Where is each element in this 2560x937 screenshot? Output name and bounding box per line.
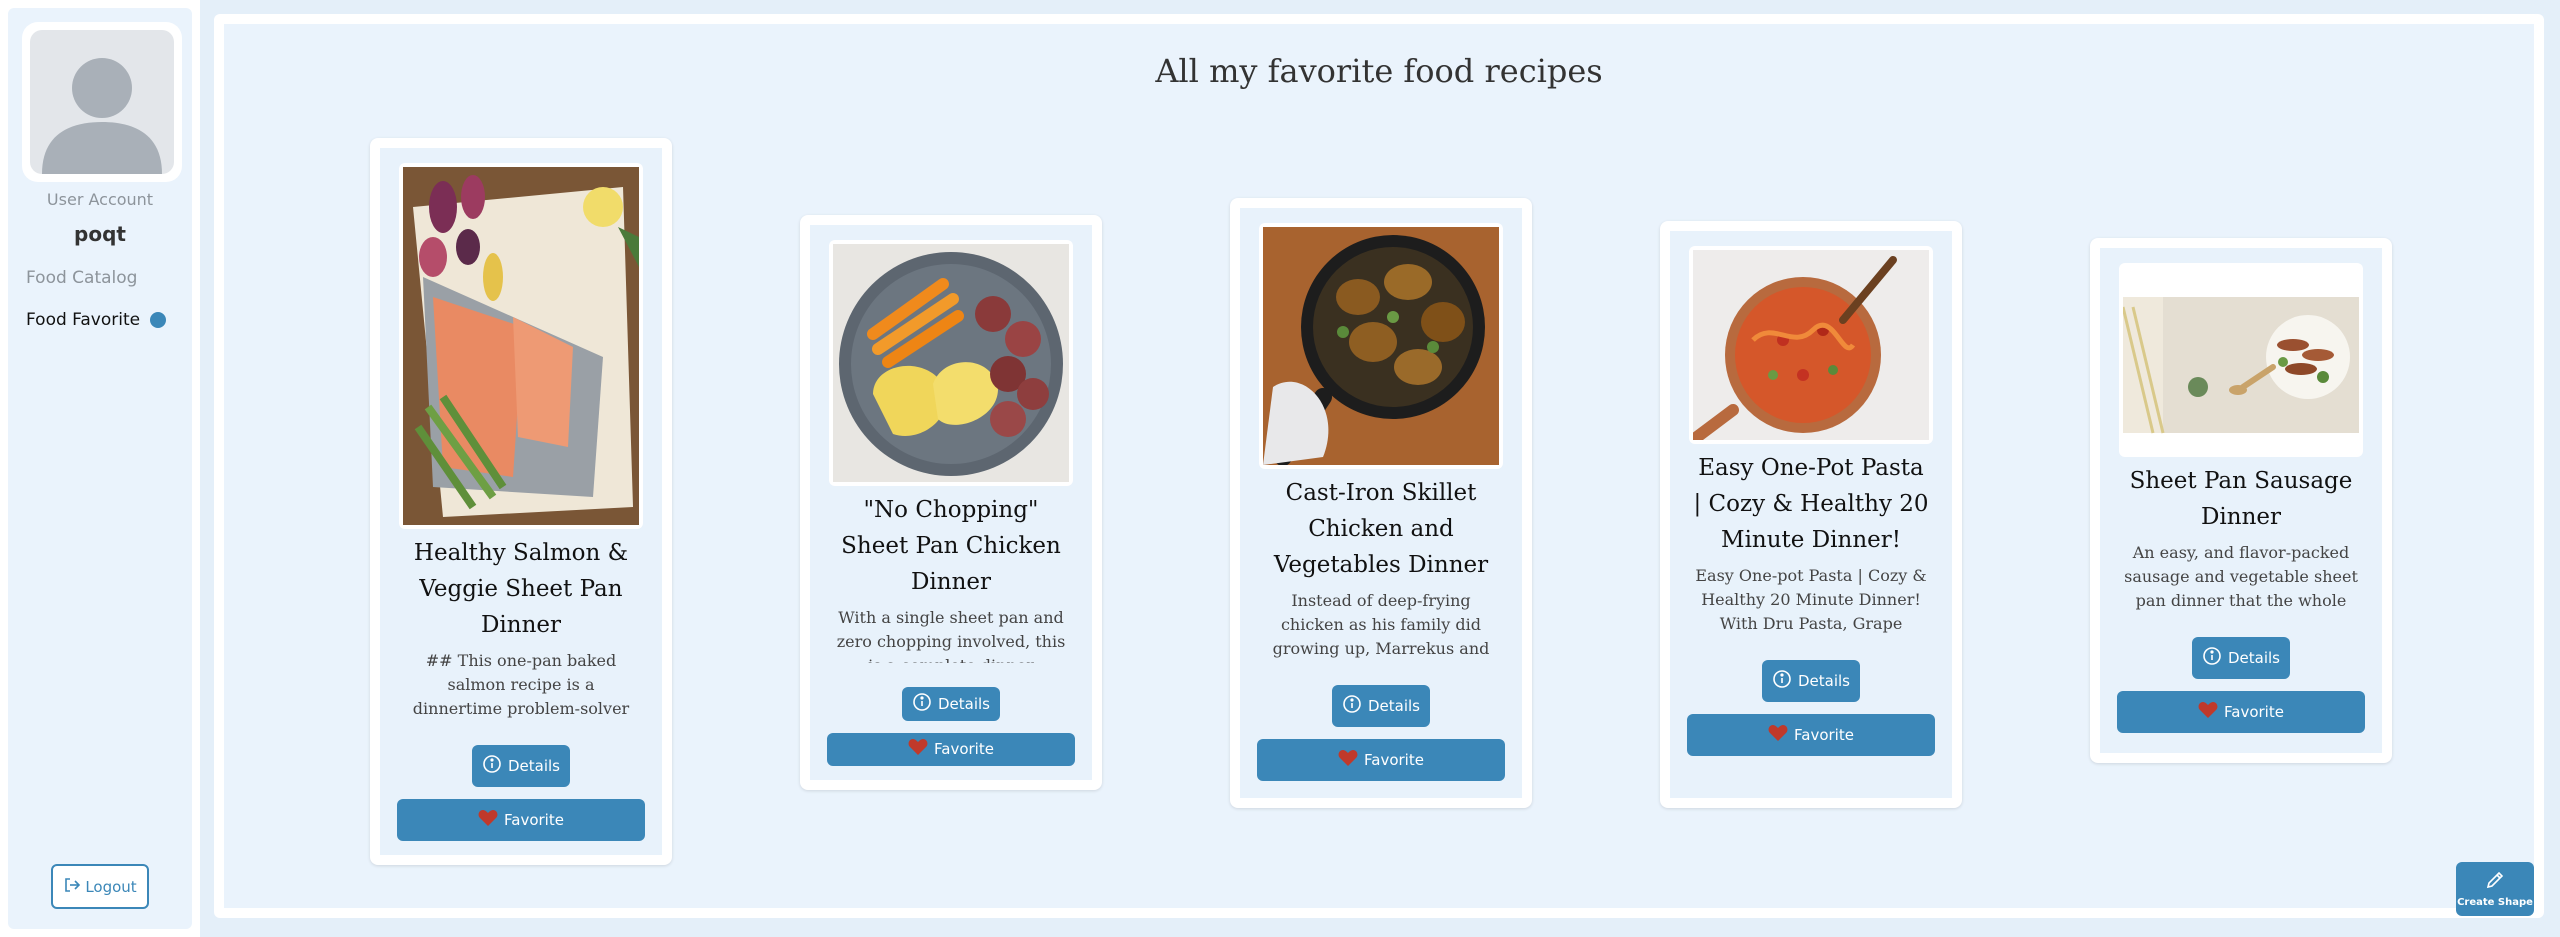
details-button[interactable]: Details <box>1762 660 1860 702</box>
recipe-description: With a single sheet pan and zero choppin… <box>836 608 1066 663</box>
logout-label: Logout <box>85 877 137 896</box>
favorite-button[interactable]: Favorite <box>397 799 645 841</box>
favorite-label: Favorite <box>1364 751 1424 769</box>
heart-icon <box>478 809 498 831</box>
main-content: All my favorite food recipes Healthy Sal… <box>214 14 2544 918</box>
logout-button[interactable]: Logout <box>51 864 149 909</box>
heart-icon <box>1338 749 1358 771</box>
recipe-title: Easy One-Pot Pasta | Cozy & Healthy 20 M… <box>1693 455 1929 553</box>
favorite-label: Favorite <box>504 811 564 829</box>
active-indicator <box>150 312 167 328</box>
heart-icon <box>908 738 928 760</box>
one-pot-pasta-photo <box>1689 246 1933 444</box>
salmon-sheet-pan-photo <box>399 163 643 529</box>
recipe-card-body: Healthy Salmon & Veggie Sheet Pan Dinner… <box>380 148 662 855</box>
details-label: Details <box>1367 697 1420 715</box>
cast-iron-skillet-photo <box>1259 223 1503 469</box>
chicken-plate-photo <box>829 240 1073 486</box>
sidebar-item-food-favorite[interactable]: Food Favorite <box>26 310 167 330</box>
info-icon <box>1772 669 1792 693</box>
recipe-description: Instead of deep-frying chicken as his fa… <box>1272 591 1490 658</box>
sidebar: User Account poqt Food Catalog Food Favo… <box>0 0 200 937</box>
user-icon <box>30 30 174 174</box>
favorite-button[interactable]: Favorite <box>1687 714 1935 756</box>
username: poqt <box>74 222 126 246</box>
heart-icon <box>2198 701 2218 723</box>
recipe-card: Healthy Salmon & Veggie Sheet Pan Dinner… <box>370 138 672 865</box>
info-icon <box>2202 646 2222 670</box>
details-button[interactable]: Details <box>472 745 570 787</box>
info-icon <box>1342 694 1362 718</box>
recipe-description: An easy, and flavor-packed sausage and v… <box>2124 543 2358 610</box>
recipe-card-body: Sheet Pan Sausage Dinner An easy, and fl… <box>2100 248 2382 753</box>
info-icon <box>482 754 502 778</box>
recipe-card-body: "No Chopping" Sheet Pan Chicken Dinner W… <box>810 225 1092 780</box>
sidebar-item-label: Food Favorite <box>26 310 141 330</box>
favorite-label: Favorite <box>934 740 994 759</box>
recipe-description: Easy One-pot Pasta | Cozy & Healthy 20 M… <box>1695 566 1927 633</box>
recipe-title: Sheet Pan Sausage Dinner <box>2129 468 2353 530</box>
favorite-button[interactable]: Favorite <box>2117 691 2365 733</box>
details-label: Details <box>937 694 990 713</box>
recipe-title: Healthy Salmon & Veggie Sheet Pan Dinner <box>413 540 629 638</box>
recipe-description: ## This one-pan baked salmon recipe is a… <box>412 651 630 718</box>
logout-icon <box>63 876 81 898</box>
favorite-label: Favorite <box>2224 703 2284 721</box>
sidebar-item-food-catalog[interactable]: Food Catalog <box>26 268 137 288</box>
page-title: All my favorite food recipes <box>1155 52 1603 90</box>
details-button[interactable]: Details <box>902 687 1000 721</box>
recipe-title: Cast-Iron Skillet Chicken and Vegetables… <box>1273 480 1489 578</box>
details-label: Details <box>1797 672 1850 690</box>
create-shape-button[interactable]: Create Shape <box>2456 862 2534 916</box>
sausage-dinner-photo <box>2119 263 2363 457</box>
favorite-label: Favorite <box>1794 726 1854 744</box>
main-panel: All my favorite food recipes Healthy Sal… <box>224 24 2534 908</box>
create-shape-label: Create Shape <box>2457 897 2533 908</box>
info-icon <box>912 692 932 716</box>
details-label: Details <box>2227 649 2280 667</box>
details-label: Details <box>507 757 560 775</box>
sidebar-panel: User Account poqt Food Catalog Food Favo… <box>8 8 192 929</box>
recipe-card: "No Chopping" Sheet Pan Chicken Dinner W… <box>800 215 1102 790</box>
details-button[interactable]: Details <box>2192 637 2290 679</box>
recipe-title: "No Chopping" Sheet Pan Chicken Dinner <box>841 497 1061 595</box>
details-button[interactable]: Details <box>1332 685 1430 727</box>
pencil-icon <box>2485 870 2505 893</box>
recipe-card-body: Cast-Iron Skillet Chicken and Vegetables… <box>1240 208 1522 798</box>
favorite-button[interactable]: Favorite <box>827 732 1075 767</box>
recipe-card: Cast-Iron Skillet Chicken and Vegetables… <box>1230 198 1532 808</box>
heart-icon <box>1768 724 1788 746</box>
avatar <box>22 22 182 182</box>
recipe-card: Easy One-Pot Pasta | Cozy & Healthy 20 M… <box>1660 221 1962 808</box>
user-account-label: User Account <box>46 190 154 209</box>
recipe-card: Sheet Pan Sausage Dinner An easy, and fl… <box>2090 238 2392 763</box>
recipe-card-body: Easy One-Pot Pasta | Cozy & Healthy 20 M… <box>1670 231 1952 798</box>
favorite-button[interactable]: Favorite <box>1257 739 1505 781</box>
